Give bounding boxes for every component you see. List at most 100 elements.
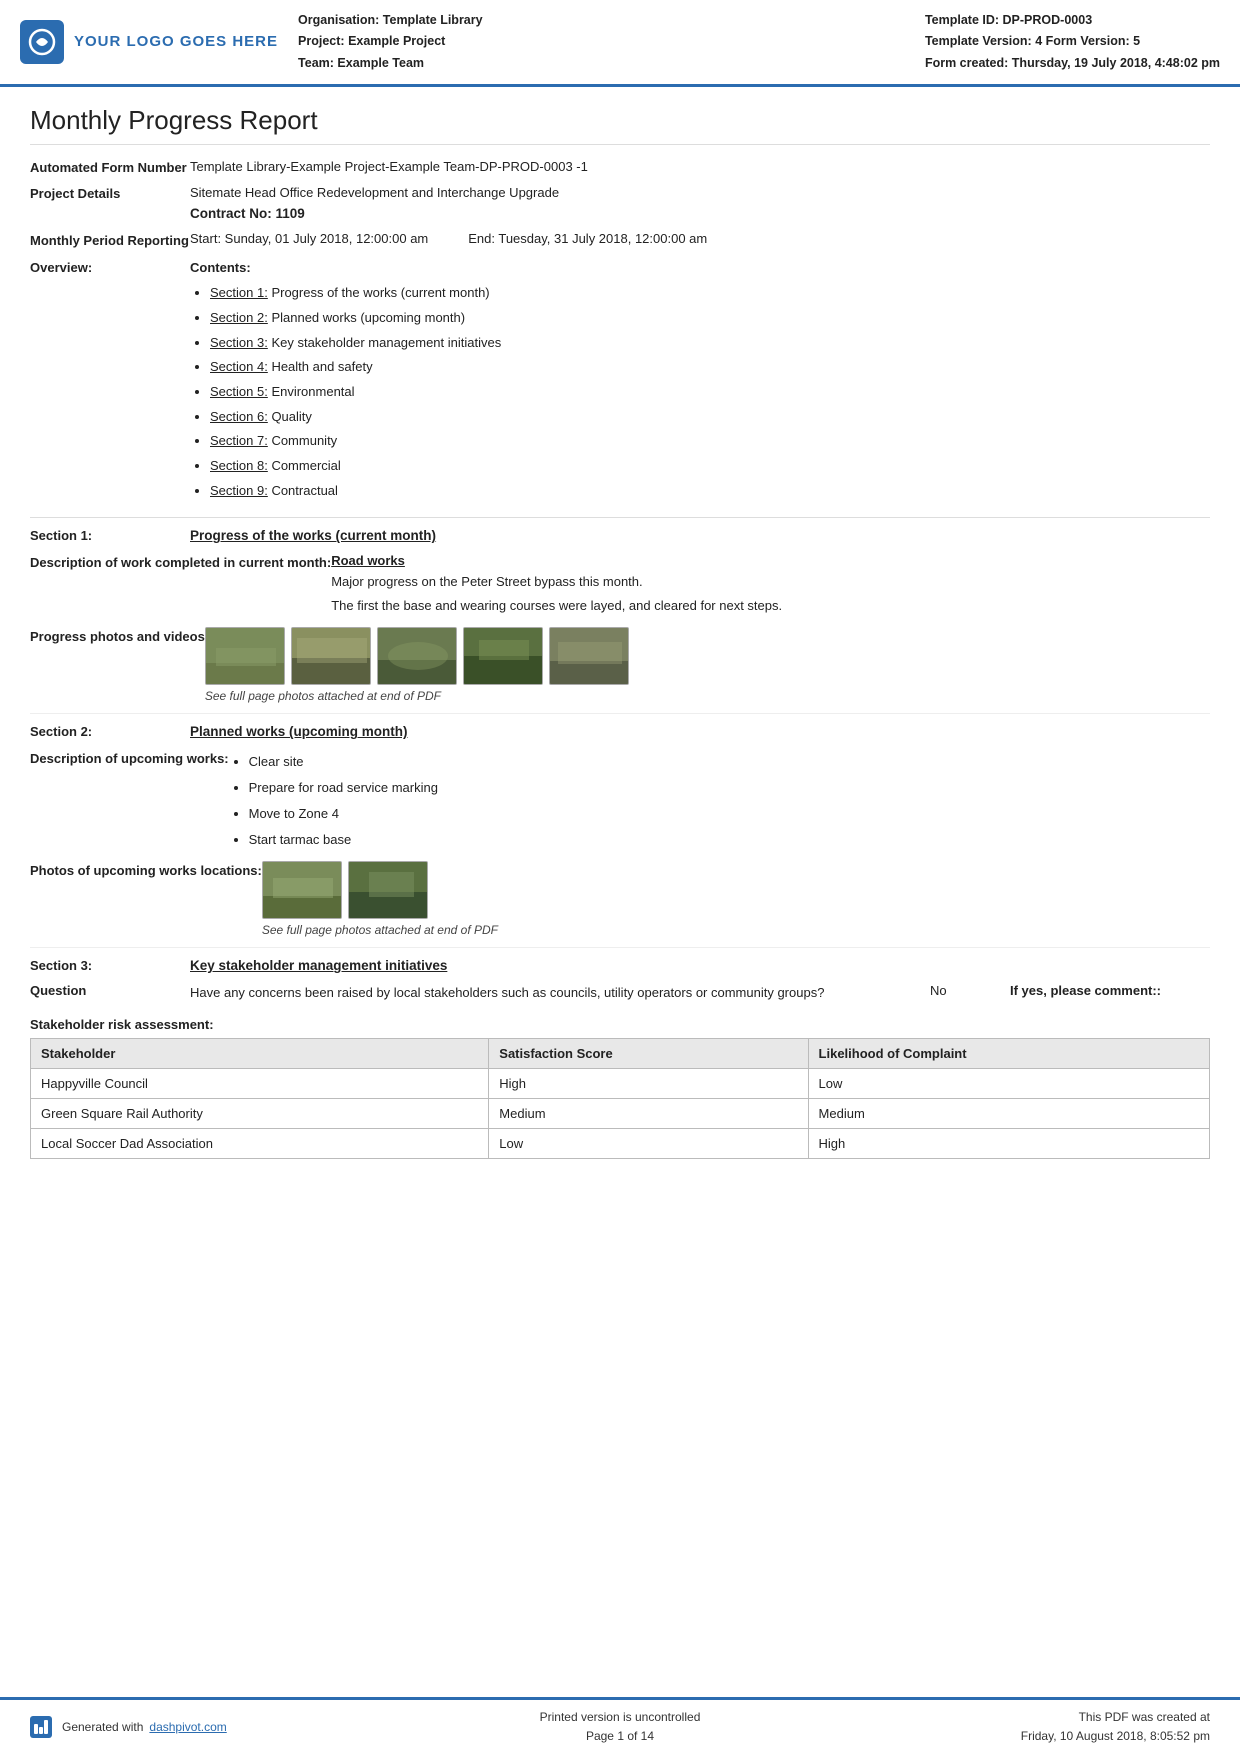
stakeholder-section: Stakeholder risk assessment: Stakeholder… xyxy=(30,1017,1210,1159)
form-number-value: Template Library-Example Project-Example… xyxy=(190,159,1210,174)
col-stakeholder: Stakeholder xyxy=(31,1038,489,1068)
upcoming-photos-row: Photos of upcoming works locations: xyxy=(30,861,1210,937)
toc-item-5: Section 5: Environmental xyxy=(210,380,1210,405)
stake-likelihood-3: High xyxy=(808,1128,1209,1158)
stake-name-1: Happyville Council xyxy=(31,1068,489,1098)
footer-created-text: This PDF was created at xyxy=(817,1708,1210,1727)
stakeholder-title: Stakeholder risk assessment: xyxy=(30,1017,1210,1032)
org-line: Organisation: Template Library xyxy=(298,10,905,31)
toc-link-4[interactable]: Section 4: xyxy=(210,359,268,374)
footer: Generated with dashpivot.com Printed ver… xyxy=(0,1697,1240,1754)
upcoming-label: Description of upcoming works: xyxy=(30,749,229,769)
section1-title: Progress of the works (current month) xyxy=(190,528,436,543)
upcoming-item-3: Move to Zone 4 xyxy=(249,801,1210,827)
footer-left: Generated with dashpivot.com xyxy=(30,1716,423,1738)
period-label: Monthly Period Reporting xyxy=(30,231,190,251)
project-details-label: Project Details xyxy=(30,185,190,201)
question-comment: If yes, please comment:: xyxy=(1010,983,1210,998)
period-value: Start: Sunday, 01 July 2018, 12:00:00 am… xyxy=(190,231,1210,246)
progress-photos-row: Progress photos and videos xyxy=(30,627,1210,703)
table-row: Local Soccer Dad Association Low High xyxy=(31,1128,1210,1158)
toc-link-8[interactable]: Section 8: xyxy=(210,458,268,473)
footer-print-note: Printed version is uncontrolled xyxy=(423,1708,816,1727)
photo-thumbs xyxy=(205,627,1210,685)
stake-satisfaction-2: Medium xyxy=(489,1098,808,1128)
form-number-label: Automated Form Number xyxy=(30,159,190,175)
divider-3 xyxy=(30,947,1210,948)
col-satisfaction: Satisfaction Score xyxy=(489,1038,808,1068)
toc-item-9: Section 9: Contractual xyxy=(210,479,1210,504)
toc-link-1[interactable]: Section 1: xyxy=(210,285,268,300)
footer-logo-icon xyxy=(30,1716,52,1738)
photo-thumb-3 xyxy=(377,627,457,685)
desc-work-row: Description of work completed in current… xyxy=(30,553,1210,619)
toc-item-3: Section 3: Key stakeholder management in… xyxy=(210,331,1210,356)
stake-name-2: Green Square Rail Authority xyxy=(31,1098,489,1128)
project-details-value: Sitemate Head Office Redevelopment and I… xyxy=(190,185,1210,221)
form-number-row: Automated Form Number Template Library-E… xyxy=(30,159,1210,175)
photos-value: See full page photos attached at end of … xyxy=(205,627,1210,703)
header-right: Template ID: DP-PROD-0003 Template Versi… xyxy=(925,10,1220,74)
photo-thumb-5 xyxy=(549,627,629,685)
upcoming-photo-thumb-1 xyxy=(262,861,342,919)
template-version-line: Template Version: 4 Form Version: 5 xyxy=(925,31,1220,52)
photo-thumb-2 xyxy=(291,627,371,685)
toc-link-3[interactable]: Section 3: xyxy=(210,335,268,350)
footer-center: Printed version is uncontrolled Page 1 o… xyxy=(423,1708,816,1746)
overview-label: Overview: xyxy=(30,260,190,275)
toc-link-9[interactable]: Section 9: xyxy=(210,483,268,498)
footer-page: Page 1 of 14 xyxy=(423,1727,816,1746)
upcoming-item-1: Clear site xyxy=(249,749,1210,775)
overview-value: Contents: Section 1: Progress of the wor… xyxy=(190,260,1210,503)
toc-link-6[interactable]: Section 6: xyxy=(210,409,268,424)
toc-item-8: Section 8: Commercial xyxy=(210,454,1210,479)
page: YOUR LOGO GOES HERE Organisation: Templa… xyxy=(0,0,1240,1754)
divider-1 xyxy=(30,517,1210,518)
photos-note: See full page photos attached at end of … xyxy=(205,689,1210,703)
photo-thumb-4 xyxy=(463,627,543,685)
footer-right: This PDF was created at Friday, 10 Augus… xyxy=(817,1708,1210,1746)
upcoming-list: Clear site Prepare for road service mark… xyxy=(229,749,1210,853)
section2-label: Section 2: xyxy=(30,724,190,739)
section2-title: Planned works (upcoming month) xyxy=(190,724,408,739)
upcoming-photos-label: Photos of upcoming works locations: xyxy=(30,861,262,881)
footer-created-date: Friday, 10 August 2018, 8:05:52 pm xyxy=(817,1727,1210,1746)
header-logo: YOUR LOGO GOES HERE xyxy=(20,10,278,74)
upcoming-value: Clear site Prepare for road service mark… xyxy=(229,749,1210,853)
toc-item-7: Section 7: Community xyxy=(210,429,1210,454)
work-title: Road works xyxy=(331,553,1210,568)
toc-link-7[interactable]: Section 7: xyxy=(210,433,268,448)
stakeholder-table: Stakeholder Satisfaction Score Likelihoo… xyxy=(30,1038,1210,1159)
footer-link[interactable]: dashpivot.com xyxy=(149,1720,226,1734)
stake-satisfaction-3: Low xyxy=(489,1128,808,1158)
work-desc1: Major progress on the Peter Street bypas… xyxy=(331,572,1210,592)
toc-item-1: Section 1: Progress of the works (curren… xyxy=(210,281,1210,306)
upcoming-photo-thumbs xyxy=(262,861,1210,919)
project-details-row: Project Details Sitemate Head Office Red… xyxy=(30,185,1210,221)
upcoming-photos-value: See full page photos attached at end of … xyxy=(262,861,1210,937)
question-row: Question Have any concerns been raised b… xyxy=(30,983,1210,1003)
section3-title: Key stakeholder management initiatives xyxy=(190,958,447,973)
question-text: Have any concerns been raised by local s… xyxy=(190,983,930,1003)
desc-work-value: Road works Major progress on the Peter S… xyxy=(331,553,1210,619)
stake-name-3: Local Soccer Dad Association xyxy=(31,1128,489,1158)
upcoming-works-row: Description of upcoming works: Clear sit… xyxy=(30,749,1210,853)
desc-work-label: Description of work completed in current… xyxy=(30,553,331,573)
project-line: Project: Example Project xyxy=(298,31,905,52)
section1-label: Section 1: xyxy=(30,528,190,543)
toc-link-5[interactable]: Section 5: xyxy=(210,384,268,399)
section2-row: Section 2: Planned works (upcoming month… xyxy=(30,724,1210,739)
contract-no: Contract No: 1109 xyxy=(190,206,1210,221)
divider-2 xyxy=(30,713,1210,714)
upcoming-photos-note: See full page photos attached at end of … xyxy=(262,923,1210,937)
toc-link-2[interactable]: Section 2: xyxy=(210,310,268,325)
team-line: Team: Example Team xyxy=(298,53,905,74)
upcoming-item-4: Start tarmac base xyxy=(249,827,1210,853)
photos-label: Progress photos and videos xyxy=(30,627,205,647)
section3-row: Section 3: Key stakeholder management in… xyxy=(30,958,1210,973)
stake-likelihood-1: Low xyxy=(808,1068,1209,1098)
period-start: Start: Sunday, 01 July 2018, 12:00:00 am xyxy=(190,231,428,246)
col-likelihood: Likelihood of Complaint xyxy=(808,1038,1209,1068)
upcoming-item-2: Prepare for road service marking xyxy=(249,775,1210,801)
toc-item-4: Section 4: Health and safety xyxy=(210,355,1210,380)
